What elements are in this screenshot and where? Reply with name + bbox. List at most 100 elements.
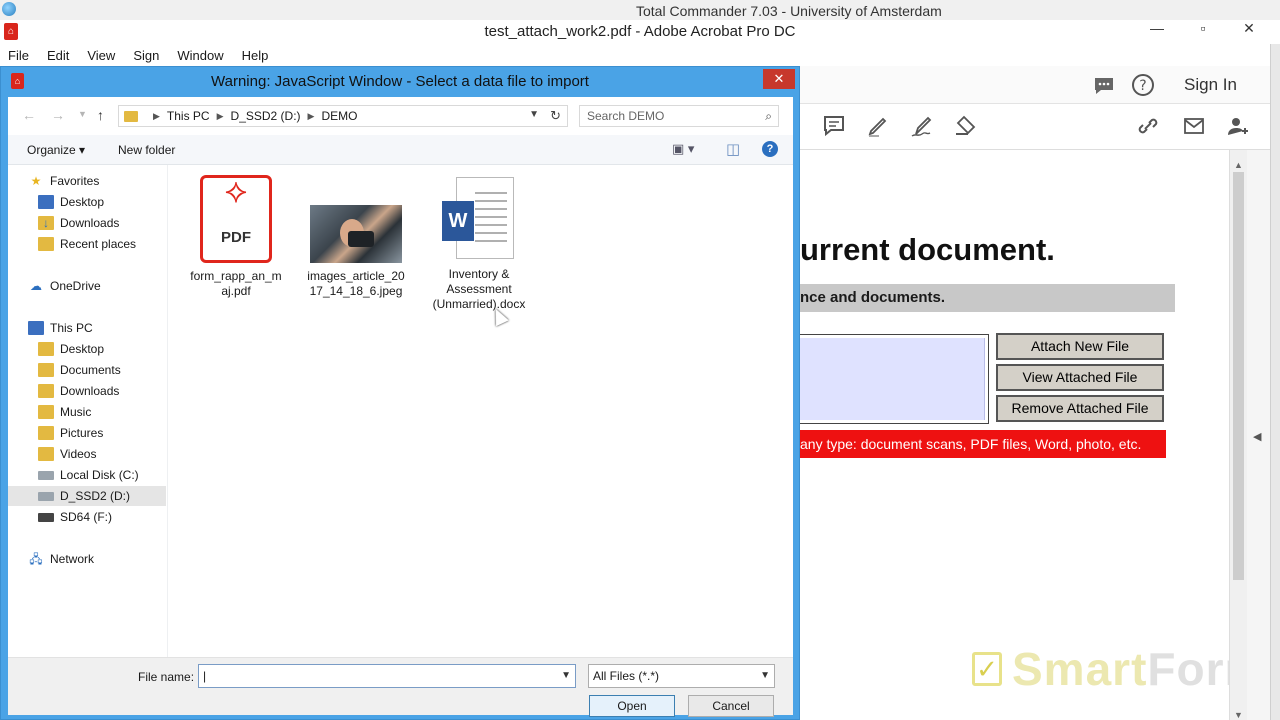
svg-text:?: ? [1139, 78, 1146, 94]
forward-arrow-icon[interactable]: → [51, 107, 65, 123]
nav-pc-videos[interactable]: Videos [38, 444, 96, 464]
expand-pane-icon[interactable]: ◀ [1253, 430, 1261, 443]
breadcrumb-drive[interactable]: D_SSD2 (D:) [231, 109, 301, 123]
acrobat-menubar: File Edit View Sign Window Help [0, 44, 1280, 66]
file-name-dropdown-icon[interactable]: ▼ [561, 665, 571, 687]
link-icon[interactable] [1136, 114, 1160, 138]
breadcrumb-separator-icon[interactable]: ▶ [153, 111, 160, 122]
scroll-up-icon[interactable]: ▲ [1234, 160, 1243, 170]
nav-local-disk-c[interactable]: Local Disk (C:) [38, 465, 139, 485]
nav-drive-d-selected[interactable]: D_SSD2 (D:) [8, 486, 166, 506]
file-item-docx[interactable]: W Inventory & Assessment (Unmarried).docx [424, 175, 534, 312]
address-row: ← → ▼ ↑ ▶ This PC ▶ D_SSD2 (D:) ▶ DEMO ▼… [8, 97, 793, 135]
nav-favorites[interactable]: ★ Favorites [28, 171, 100, 191]
attachment-list-field[interactable] [800, 334, 989, 424]
acrobat-tools-toolbar [800, 104, 1270, 150]
scrollbar-thumb[interactable] [1233, 172, 1244, 580]
menu-view[interactable]: View [87, 48, 115, 63]
nav-fav-downloads[interactable]: ↓ Downloads [38, 213, 119, 233]
address-dropdown-icon[interactable]: ▼ [529, 109, 539, 120]
refresh-icon[interactable]: ↻ [550, 108, 561, 124]
file-item-pdf[interactable]: ⟡ PDF form_rapp_an_m aj.pdf [181, 174, 291, 299]
minimize-icon[interactable]: — [1148, 20, 1166, 37]
change-view-icon[interactable]: ▣ ▾ [672, 141, 694, 157]
breadcrumb-folder[interactable]: DEMO [321, 109, 357, 123]
file-type-select[interactable]: All Files (*.*) ▼ [588, 664, 775, 688]
back-arrow-icon[interactable]: ← [22, 107, 36, 123]
nav-fav-desktop[interactable]: Desktop [38, 192, 104, 212]
add-user-icon[interactable] [1226, 114, 1250, 138]
folder-icon [124, 110, 138, 122]
remove-attached-file-button[interactable]: Remove Attached File [996, 395, 1164, 422]
breadcrumb-separator-icon[interactable]: ▶ [217, 111, 224, 122]
dialog-titlebar: ⌂ Warning: JavaScript Window - Select a … [1, 67, 799, 95]
address-bar[interactable]: ▶ This PC ▶ D_SSD2 (D:) ▶ DEMO ▼ ↻ [118, 105, 568, 127]
folder-icon [38, 447, 54, 461]
menu-file[interactable]: File [8, 48, 29, 63]
dialog-footer: File name: | ▼ All Files (*.*) ▼ Open Canc… [8, 657, 793, 717]
acrobat-top-toolbar: ? Sign In [800, 66, 1270, 104]
menu-sign[interactable]: Sign [133, 48, 159, 63]
sign-in-link[interactable]: Sign In [1184, 75, 1237, 95]
attach-new-file-button[interactable]: Attach New File [996, 333, 1164, 360]
file-types-note: any type: document scans, PDF files, Wor… [800, 430, 1166, 458]
folder-icon [38, 426, 54, 440]
nav-network[interactable]: 🖧 Network [28, 549, 94, 569]
nav-this-pc[interactable]: This PC [28, 318, 93, 338]
menu-help[interactable]: Help [242, 48, 269, 63]
nav-pc-desktop[interactable]: Desktop [38, 339, 104, 359]
highlight-pen-icon[interactable] [866, 114, 890, 138]
email-icon[interactable] [1182, 114, 1206, 138]
file-name-input[interactable]: | ▼ [198, 664, 576, 688]
cloud-icon: ☁ [30, 279, 42, 293]
checkmark-icon: ✓ [972, 652, 1002, 686]
preview-pane-icon[interactable]: ◫ [726, 140, 740, 158]
file-item-jpeg[interactable]: images_article_20 17_14_18_6.jpeg [301, 175, 411, 299]
cancel-button[interactable]: Cancel [688, 695, 774, 717]
nav-onedrive[interactable]: ☁ OneDrive [28, 276, 101, 296]
document-scrollbar[interactable]: ▲ ▼ [1229, 150, 1247, 720]
close-icon[interactable]: ✕ [1240, 20, 1258, 37]
nav-pc-music[interactable]: Music [38, 402, 91, 422]
file-list-pane: ⟡ PDF form_rapp_an_m aj.pdf images_article… [169, 165, 793, 657]
background-window-edge [1270, 44, 1280, 720]
new-folder-button[interactable]: New folder [118, 143, 175, 157]
search-placeholder: Search DEMO [587, 109, 665, 123]
acrobat-document-area: urrent document. nce and documents. Atta… [800, 150, 1265, 720]
draw-sign-icon[interactable] [910, 114, 934, 138]
menu-edit[interactable]: Edit [47, 48, 69, 63]
comment-bubble-icon[interactable] [1092, 74, 1116, 98]
help-icon[interactable]: ? [1131, 73, 1155, 97]
search-input[interactable]: Search DEMO ⌕ [579, 105, 779, 127]
nav-sd64-f[interactable]: SD64 (F:) [38, 507, 112, 527]
folder-icon [38, 342, 54, 356]
nav-pc-pictures[interactable]: Pictures [38, 423, 103, 443]
up-folder-icon[interactable]: ↑ [97, 107, 104, 123]
organize-button[interactable]: Organize ▾ [27, 143, 85, 157]
chevron-down-icon[interactable]: ▼ [760, 665, 770, 687]
word-document-icon: W [442, 177, 516, 261]
dialog-close-button[interactable]: ✕ [763, 69, 795, 89]
navigation-pane: ★ Favorites Desktop ↓ Downloads Recent pla… [8, 165, 168, 657]
open-button[interactable]: Open [589, 695, 675, 717]
breadcrumb-this-pc[interactable]: This PC [167, 109, 210, 123]
recent-locations-chevron-icon[interactable]: ▼ [78, 109, 87, 119]
maximize-icon[interactable]: ▫ [1194, 20, 1212, 37]
nav-fav-recent[interactable]: Recent places [38, 234, 136, 254]
command-bar: Organize ▾ New folder ▣ ▾ ◫ ? [8, 135, 793, 165]
file-name-label: File name: [138, 670, 195, 684]
stamp-icon[interactable] [954, 114, 978, 138]
comment-icon[interactable] [822, 114, 846, 138]
network-icon: 🖧 [29, 552, 43, 566]
nav-pc-documents[interactable]: Documents [38, 360, 121, 380]
help-icon[interactable]: ? [762, 141, 778, 157]
downloads-icon: ↓ [38, 216, 54, 230]
search-icon[interactable]: ⌕ [765, 106, 772, 126]
nav-pc-downloads[interactable]: Downloads [38, 381, 119, 401]
dialog-title: Warning: JavaScript Window - Select a da… [211, 73, 589, 90]
breadcrumb-separator-icon[interactable]: ▶ [308, 111, 315, 122]
view-attached-file-button[interactable]: View Attached File [996, 364, 1164, 391]
scroll-down-icon[interactable]: ▼ [1234, 710, 1243, 720]
pdf-file-icon: ⟡ PDF [200, 174, 272, 263]
menu-window[interactable]: Window [177, 48, 223, 63]
